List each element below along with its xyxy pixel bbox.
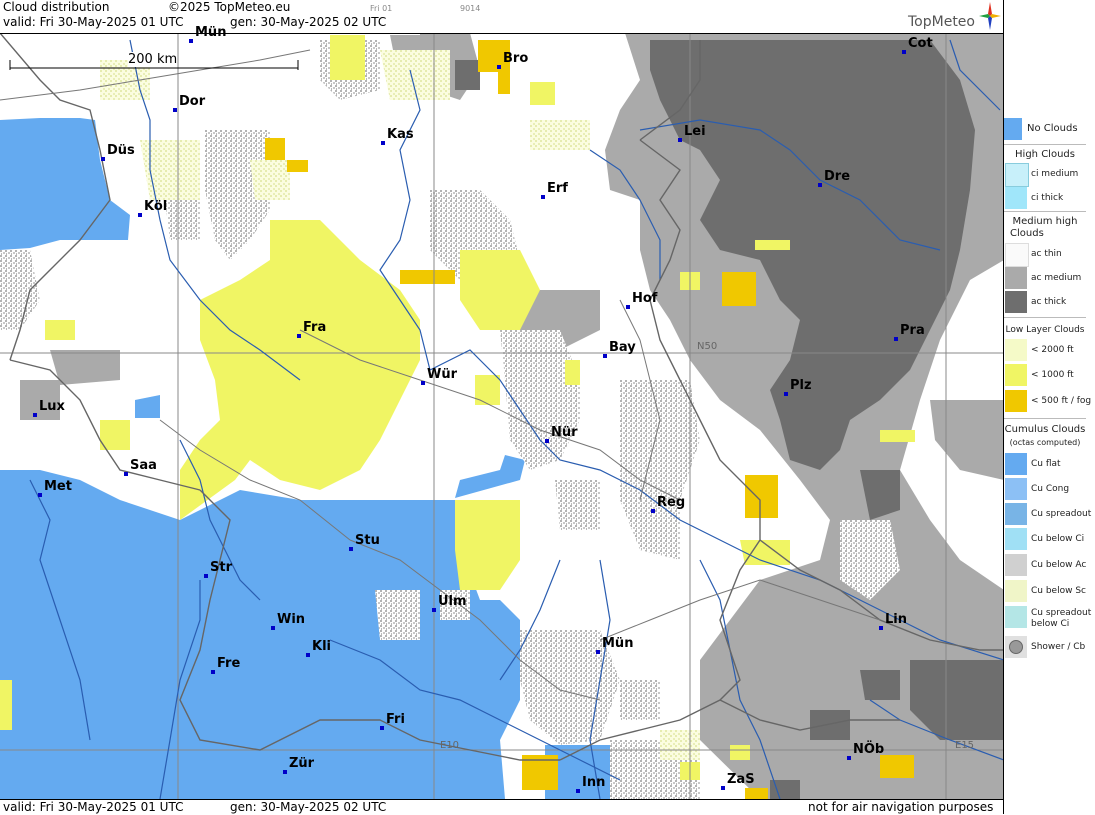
low-2000-swatch [1005,339,1027,361]
header-tag-day: Fri 01 [370,4,393,13]
legend-ac-thin: ac thin [1004,243,1083,267]
ac-medium-swatch [1005,267,1027,289]
city-marker-icon [678,138,682,142]
city-marker-icon [380,726,384,730]
scale-label: 200 km [128,52,178,67]
city-marker-icon [421,381,425,385]
low-1000-swatch [1005,364,1027,386]
legend-cumulus-heading: Cumulus Clouds [1004,424,1086,435]
legend-high-clouds-heading: High Clouds [1015,149,1075,160]
legend-cu-below-ac: Cu below Ac [1004,554,1086,576]
footer-generation-time: gen: 30-May-2025 02 UTC [230,800,387,814]
city-marker-icon [603,354,607,358]
legend-low-clouds-heading: Low Layer Clouds [1005,325,1085,335]
legend-low-2000: < 2000 ft [1004,339,1083,361]
city-marker-icon [596,650,600,654]
cu-below-ac-swatch [1005,554,1027,576]
topmeteo-logo[interactable]: TopMeteo [908,14,975,30]
legend-cu-flat: Cu flat [1004,453,1083,475]
ac-thin-swatch [1005,243,1029,267]
legend-cu-below-sc: Cu below Sc [1004,580,1086,602]
cu-cong-swatch [1005,478,1027,500]
city-marker-icon [283,770,287,774]
header-tag-code: 9014 [460,4,481,13]
legend-cu-below-ci: Cu below Ci [1004,528,1084,550]
shower-cb-icon [1005,636,1027,658]
city-marker-icon [721,786,725,790]
city-marker-icon [847,756,851,760]
legend-ci-thick: ci thick [1004,187,1083,209]
city-marker-icon [33,413,37,417]
city-marker-icon [173,108,177,112]
legend-shower: Shower / Cb [1004,636,1085,658]
city-marker-icon [381,141,385,145]
footer-bar: valid: Fri 30-May-2025 01 UTC gen: 30-Ma… [0,799,1004,815]
grid-label-n50: N50 [697,341,718,352]
city-marker-icon [138,213,142,217]
city-marker-icon [626,305,630,309]
city-marker-icon [651,509,655,513]
city-marker-icon [204,574,208,578]
city-marker-icon [271,626,275,630]
city-marker-icon [38,493,42,497]
ci-thick-swatch [1005,187,1027,209]
valid-time: valid: Fri 30-May-2025 01 UTC [3,15,184,29]
legend-low-1000: < 1000 ft [1004,364,1083,386]
cu-spreadout-swatch [1005,503,1027,525]
city-marker-icon [349,547,353,551]
cu-spreadout-below-ci-swatch [1005,606,1027,628]
map-title: Cloud distribution [3,0,110,14]
city-marker-icon [306,653,310,657]
city-marker-icon [124,472,128,476]
city-marker-icon [211,670,215,674]
cu-below-sc-swatch [1005,580,1027,602]
legend-medium-clouds-heading: Medium high [1012,216,1078,227]
ac-thick-swatch [1005,291,1027,313]
city-marker-icon [297,334,301,338]
grid-label-e15: E15 [955,740,975,751]
city-marker-icon [894,337,898,341]
legend-cu-spreadout: Cu spreadout [1004,503,1091,525]
compass-rose-icon [979,2,1001,30]
legend-cu-spreadout-below-ci: Cu spreadout below Ci [1004,606,1091,630]
legend-ci-medium: ci medium [1004,163,1083,187]
cu-below-ci-swatch [1005,528,1027,550]
city-marker-icon [576,789,580,793]
legend-low-500: < 500 ft / fog [1004,390,1091,412]
cu-flat-swatch [1005,453,1027,475]
city-marker-icon [545,439,549,443]
low-500-swatch [1005,390,1027,412]
city-marker-icon [902,50,906,54]
city-marker-icon [189,39,193,43]
city-marker-icon [432,608,436,612]
legend-panel: No Clouds High Clouds ci medium ci thick… [1004,110,1095,660]
copyright: ©2025 TopMeteo.eu [168,0,291,14]
city-marker-icon [497,65,501,69]
disclaimer: not for air navigation purposes [808,800,994,814]
city-marker-icon [818,183,822,187]
city-marker-icon [541,195,545,199]
map-frame-top [0,33,1004,34]
city-marker-icon [879,626,883,630]
ci-medium-swatch [1005,163,1029,187]
generation-time: gen: 30-May-2025 02 UTC [230,15,387,29]
footer-valid-time: valid: Fri 30-May-2025 01 UTC [3,800,184,814]
legend-no-clouds: No Clouds [1004,118,1083,140]
city-marker-icon [784,392,788,396]
legend-ac-medium: ac medium [1004,267,1083,289]
legend-cu-cong: Cu Cong [1004,478,1083,500]
city-marker-icon [101,157,105,161]
no-clouds-swatch [1004,118,1022,140]
grid-label-e10: E10 [440,740,460,751]
header-bar: Cloud distribution ©2025 TopMeteo.eu val… [0,0,1004,33]
legend-ac-thick: ac thick [1004,291,1083,313]
cloud-map[interactable] [0,33,1004,799]
